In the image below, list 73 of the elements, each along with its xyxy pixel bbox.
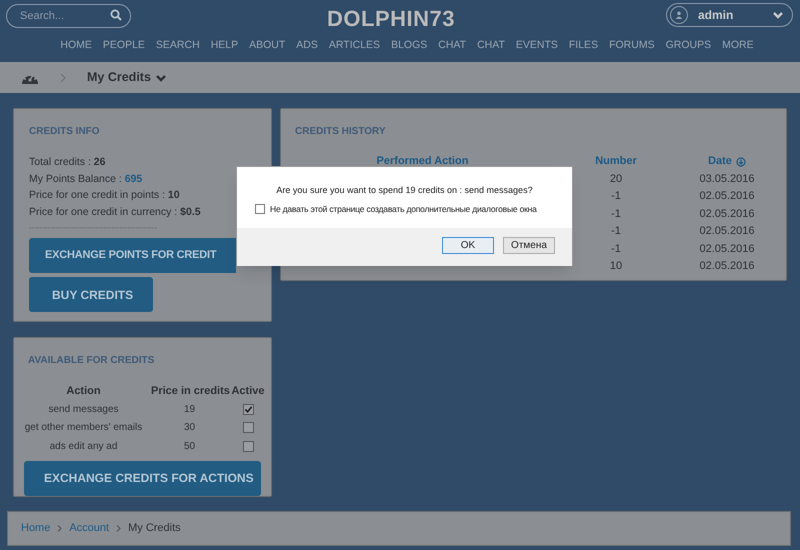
search-field[interactable]: Search... xyxy=(6,4,131,28)
exchange-points-button[interactable]: EXCHANGE POINTS FOR CREDIT xyxy=(29,238,236,273)
action-cell-text: ads edit any ad xyxy=(48,440,118,454)
user-name: admin xyxy=(698,7,734,24)
stat-line: Price for one credit in currency : $0.5 xyxy=(29,204,201,219)
page-menu-button[interactable]: My Credits xyxy=(87,68,167,87)
number-cell-text: 10 xyxy=(608,259,624,274)
date-cell-text: 02.05.2016 xyxy=(698,189,756,204)
stat-line: Total credits : 26 xyxy=(29,155,106,170)
price-cell-text: 50 xyxy=(182,440,196,454)
column-header: Performed Action xyxy=(376,154,470,170)
nav-link[interactable]: CHAT xyxy=(438,38,466,54)
nav-link[interactable]: PEOPLE xyxy=(102,38,145,54)
chevron-right-icon xyxy=(116,525,122,532)
number-cell-text: -1 xyxy=(610,206,622,222)
chevron-right-icon xyxy=(59,72,67,82)
nav-link[interactable]: HELP xyxy=(210,38,238,54)
number-cell-text: 20 xyxy=(608,172,624,186)
chevron-right-icon xyxy=(57,525,62,532)
number-cell-text: -1 xyxy=(610,224,622,239)
action-cell-text: send messages xyxy=(47,402,120,417)
buy-credits-button[interactable]: BUY CREDITS xyxy=(29,277,153,312)
stat-line: My Points Balance : 695 xyxy=(29,172,142,186)
checkbox[interactable] xyxy=(242,440,254,452)
checkbox[interactable] xyxy=(242,422,254,434)
date-cell-text: 02.05.2016 xyxy=(698,206,756,222)
nav-link[interactable]: HOME xyxy=(60,38,92,54)
breadcrumb-link[interactable]: Account xyxy=(69,520,110,537)
nav-link[interactable]: ADS xyxy=(296,38,318,54)
checkbox-label: Не давать этой странице создавать дополнительные диалоговые окна xyxy=(270,202,537,216)
nav-link[interactable]: CHAT xyxy=(477,38,505,54)
nav-link[interactable]: FILES xyxy=(568,38,598,54)
panel-heading: AVAILABLE FOR CREDITS xyxy=(28,354,154,368)
date-cell-text: 03.05.2016 xyxy=(698,172,756,186)
search-icon[interactable] xyxy=(110,9,122,21)
number-cell-text: -1 xyxy=(610,242,622,256)
action-cell-text: get other members' emails xyxy=(24,421,144,436)
nav-link[interactable]: ABOUT xyxy=(249,38,286,54)
date-cell-text: 02.05.2016 xyxy=(698,259,756,274)
date-cell-text: 02.05.2016 xyxy=(698,224,756,239)
nav-link[interactable]: GROUPS xyxy=(666,38,712,54)
dialog-checkbox[interactable] xyxy=(255,204,265,214)
sort-down-icon[interactable] xyxy=(736,156,746,166)
column-header: Price in credits xyxy=(151,384,228,399)
nav-link[interactable]: ARTICLES xyxy=(328,38,380,54)
price-cell-text: 30 xyxy=(182,421,196,436)
exchange-credits-button[interactable]: EXCHANGE CREDITS FOR ACTIONS xyxy=(24,460,261,496)
checkbox[interactable] xyxy=(242,404,254,415)
nav-link[interactable]: FORUMS xyxy=(609,38,655,54)
nav-link[interactable]: MORE xyxy=(722,38,754,54)
site-logo[interactable]: DOLPHIN73 xyxy=(327,2,455,35)
dialog-button[interactable]: OK xyxy=(442,236,494,254)
chevron-icon xyxy=(772,9,784,21)
date-cell-text: 02.05.2016 xyxy=(698,242,756,256)
nav-link[interactable]: EVENTS xyxy=(516,38,558,54)
number-cell-text: -1 xyxy=(610,189,622,204)
separator-line: ------------------------------------------------ xyxy=(29,223,158,233)
column-header: Action xyxy=(65,384,102,399)
dialog-button[interactable]: Отмена xyxy=(503,236,555,254)
panel-heading: CREDITS INFO xyxy=(29,125,100,139)
dialog-message: Are you sure you want to spend 19 credits on : send messages? xyxy=(276,184,533,197)
breadcrumb-link[interactable]: Home xyxy=(21,520,50,537)
price-cell-text: 19 xyxy=(182,402,196,417)
user-icon xyxy=(670,6,688,24)
column-header[interactable]: Date xyxy=(708,153,732,170)
panel-heading: CREDITS HISTORY xyxy=(295,125,386,139)
stat-line: Price for one credit in points : 10 xyxy=(29,188,180,202)
nav-link[interactable]: BLOGS xyxy=(391,38,428,54)
user-menu[interactable]: admin xyxy=(666,3,793,27)
column-header: Number xyxy=(594,154,638,170)
breadcrumb-current: My Credits xyxy=(128,521,181,536)
column-header: Active xyxy=(230,384,266,399)
nav-link[interactable]: SEARCH xyxy=(156,38,200,54)
